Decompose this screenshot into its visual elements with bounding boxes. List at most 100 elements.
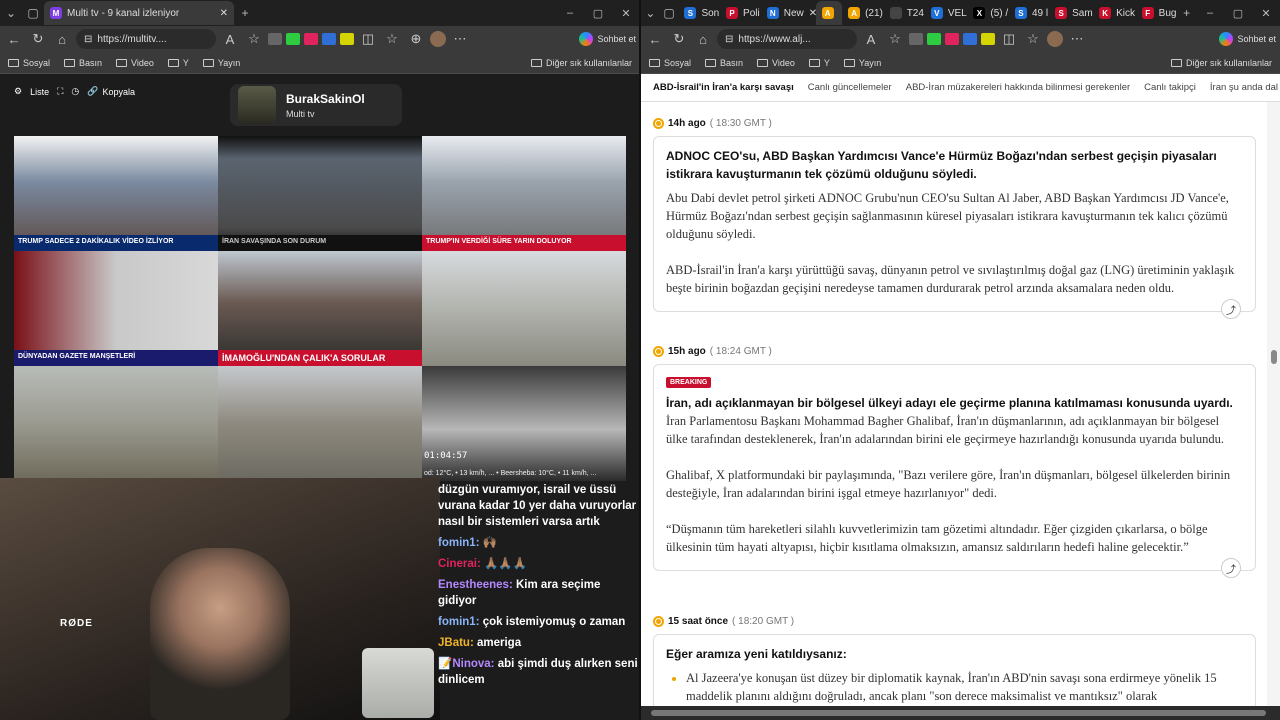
- favorite-star-icon[interactable]: ☆: [244, 31, 264, 47]
- home-icon[interactable]: ⌂: [52, 32, 72, 47]
- timer-icon[interactable]: ◷: [71, 86, 79, 97]
- tv-tile[interactable]: İRAN SAVAŞINDA SON DURUM: [218, 136, 422, 251]
- home-icon[interactable]: ⌂: [693, 32, 713, 47]
- tv-tile[interactable]: TRUMP'IN VERDİĞİ SÜRE YARIN DOLUYOR: [422, 136, 626, 251]
- extension-icon[interactable]: [927, 33, 941, 45]
- extension-icon[interactable]: [981, 33, 995, 45]
- extension-icon[interactable]: [268, 33, 282, 45]
- list-button[interactable]: Liste: [30, 87, 49, 97]
- copilot-chat-button[interactable]: Sohbet et: [1219, 32, 1276, 46]
- url-field[interactable]: ⊟ https://multitv....: [76, 29, 216, 49]
- settings-icon[interactable]: ⚙: [14, 86, 22, 97]
- chat-username[interactable]: Cinerai:: [438, 558, 481, 570]
- fullscreen-icon[interactable]: ⛶: [57, 86, 63, 97]
- subnav-link[interactable]: ABD-İsrail'in İran'a karşı savaşı: [653, 82, 794, 93]
- tab[interactable]: X (5) /: [967, 1, 1009, 25]
- close-window-icon[interactable]: ✕: [1252, 7, 1280, 20]
- tv-tile[interactable]: DÜNYADAN GAZETE MANŞETLERİ: [14, 251, 218, 366]
- extension-icon[interactable]: [340, 33, 354, 45]
- split-screen-icon[interactable]: ◫: [999, 31, 1019, 47]
- more-icon[interactable]: ⋯: [1067, 31, 1087, 47]
- extension-icon[interactable]: [286, 33, 300, 45]
- tab[interactable]: S Sam: [1049, 1, 1093, 25]
- bookmark-folder[interactable]: Video: [116, 58, 154, 68]
- chat-username[interactable]: JBatu:: [438, 637, 474, 649]
- extension-icon[interactable]: [304, 33, 318, 45]
- extension-icon[interactable]: [963, 33, 977, 45]
- bookmark-folder[interactable]: Basın: [705, 58, 743, 68]
- new-tab-icon[interactable]: +: [1177, 2, 1196, 24]
- back-icon[interactable]: ←: [4, 32, 24, 47]
- tv-tile[interactable]: 01:04:57 od: 12°C, • 13 km/h, ... • Beer…: [422, 366, 626, 481]
- tv-tile[interactable]: İMAMOĞLU'NDAN ÇALIK'A SORULAR: [218, 251, 422, 366]
- scrollbar-thumb[interactable]: [651, 710, 1266, 716]
- tv-tile[interactable]: [218, 366, 422, 481]
- other-favorites[interactable]: Diğer sık kullanılanlar: [1170, 58, 1272, 68]
- site-info-icon[interactable]: ⊟: [725, 34, 733, 45]
- tab[interactable]: N New ✕: [761, 1, 816, 25]
- collections-icon[interactable]: ⊕: [406, 31, 426, 47]
- read-aloud-icon[interactable]: A: [220, 32, 240, 47]
- copilot-chat-button[interactable]: Sohbet et: [579, 32, 636, 46]
- tv-tile[interactable]: TRUMP SADECE 2 DAKİKALIK VİDEO İZLİYOR: [14, 136, 218, 251]
- bookmark-folder[interactable]: Yayın: [843, 58, 881, 68]
- vertical-scrollbar[interactable]: [1267, 102, 1280, 706]
- tab[interactable]: T24: [884, 1, 925, 25]
- maximize-icon[interactable]: ▢: [1224, 7, 1252, 20]
- new-tab-icon[interactable]: +: [234, 2, 256, 24]
- extension-icon[interactable]: [909, 33, 923, 45]
- tab-aljazeera[interactable]: A: [815, 1, 843, 25]
- bookmark-folder[interactable]: Sosyal: [649, 58, 691, 68]
- chat-username[interactable]: fomin1:: [438, 616, 480, 628]
- tab[interactable]: F Bug: [1136, 1, 1178, 25]
- subnav-link[interactable]: Canlı takipçi: [1144, 82, 1196, 93]
- bookmark-folder[interactable]: Video: [757, 58, 795, 68]
- bookmark-folder[interactable]: Basın: [64, 58, 102, 68]
- chat-username[interactable]: fomin1:: [438, 537, 480, 549]
- site-info-icon[interactable]: ⊟: [84, 34, 92, 45]
- close-window-icon[interactable]: ✕: [612, 7, 640, 20]
- extension-icon[interactable]: [322, 33, 336, 45]
- minimize-icon[interactable]: –: [1196, 7, 1224, 20]
- favorites-icon[interactable]: ☆: [382, 31, 402, 47]
- workspaces-icon[interactable]: ▢: [22, 2, 44, 24]
- refresh-icon[interactable]: ↻: [669, 31, 689, 47]
- copy-button[interactable]: 🔗 Kopyala: [87, 86, 135, 97]
- workspaces-icon[interactable]: ▢: [660, 2, 679, 24]
- subnav-link[interactable]: Canlı güncellemeler: [808, 82, 892, 93]
- channel-card[interactable]: BurakSakinOl Multi tv: [230, 84, 402, 126]
- tab[interactable]: A (21): [842, 1, 884, 25]
- tab-list-icon[interactable]: ⌄: [0, 2, 22, 24]
- refresh-icon[interactable]: ↻: [28, 31, 48, 47]
- subnav-link[interactable]: ABD-İran müzakereleri hakkında bilinmesi…: [906, 82, 1130, 93]
- share-icon[interactable]: ⤴: [1221, 558, 1241, 578]
- scrollbar-thumb[interactable]: [1271, 350, 1277, 364]
- share-icon[interactable]: ⤴: [1221, 299, 1241, 319]
- horizontal-scrollbar[interactable]: [641, 706, 1280, 720]
- favorite-star-icon[interactable]: ☆: [885, 31, 905, 47]
- subnav-link[interactable]: İran şu anda dal: [1210, 82, 1278, 93]
- more-icon[interactable]: ⋯: [450, 31, 470, 47]
- bookmark-folder[interactable]: Y: [167, 58, 189, 68]
- chat-username[interactable]: Enestheenes:: [438, 579, 513, 591]
- chat-username[interactable]: 📝Ninova:: [438, 658, 495, 670]
- extension-icon[interactable]: [945, 33, 959, 45]
- tab[interactable]: V VEL: [925, 1, 968, 25]
- tv-tile[interactable]: [14, 366, 218, 481]
- tab[interactable]: S Son: [678, 1, 720, 25]
- close-tab-icon[interactable]: ✕: [220, 8, 228, 19]
- tab[interactable]: S 49 l: [1009, 1, 1049, 25]
- url-field[interactable]: ⊟ https://www.alj...: [717, 29, 857, 49]
- back-icon[interactable]: ←: [645, 32, 665, 47]
- favorites-icon[interactable]: ☆: [1023, 31, 1043, 47]
- tab[interactable]: K Kick: [1093, 1, 1136, 25]
- bookmark-folder[interactable]: Sosyal: [8, 58, 50, 68]
- other-favorites[interactable]: Diğer sık kullanılanlar: [530, 58, 632, 68]
- minimize-icon[interactable]: –: [556, 7, 584, 20]
- bookmark-folder[interactable]: Yayın: [202, 58, 240, 68]
- close-tab-icon[interactable]: ✕: [809, 8, 816, 19]
- bookmark-folder[interactable]: Y: [808, 58, 830, 68]
- tab[interactable]: P Poli: [720, 1, 761, 25]
- maximize-icon[interactable]: ▢: [584, 7, 612, 20]
- profile-avatar[interactable]: [1047, 31, 1063, 47]
